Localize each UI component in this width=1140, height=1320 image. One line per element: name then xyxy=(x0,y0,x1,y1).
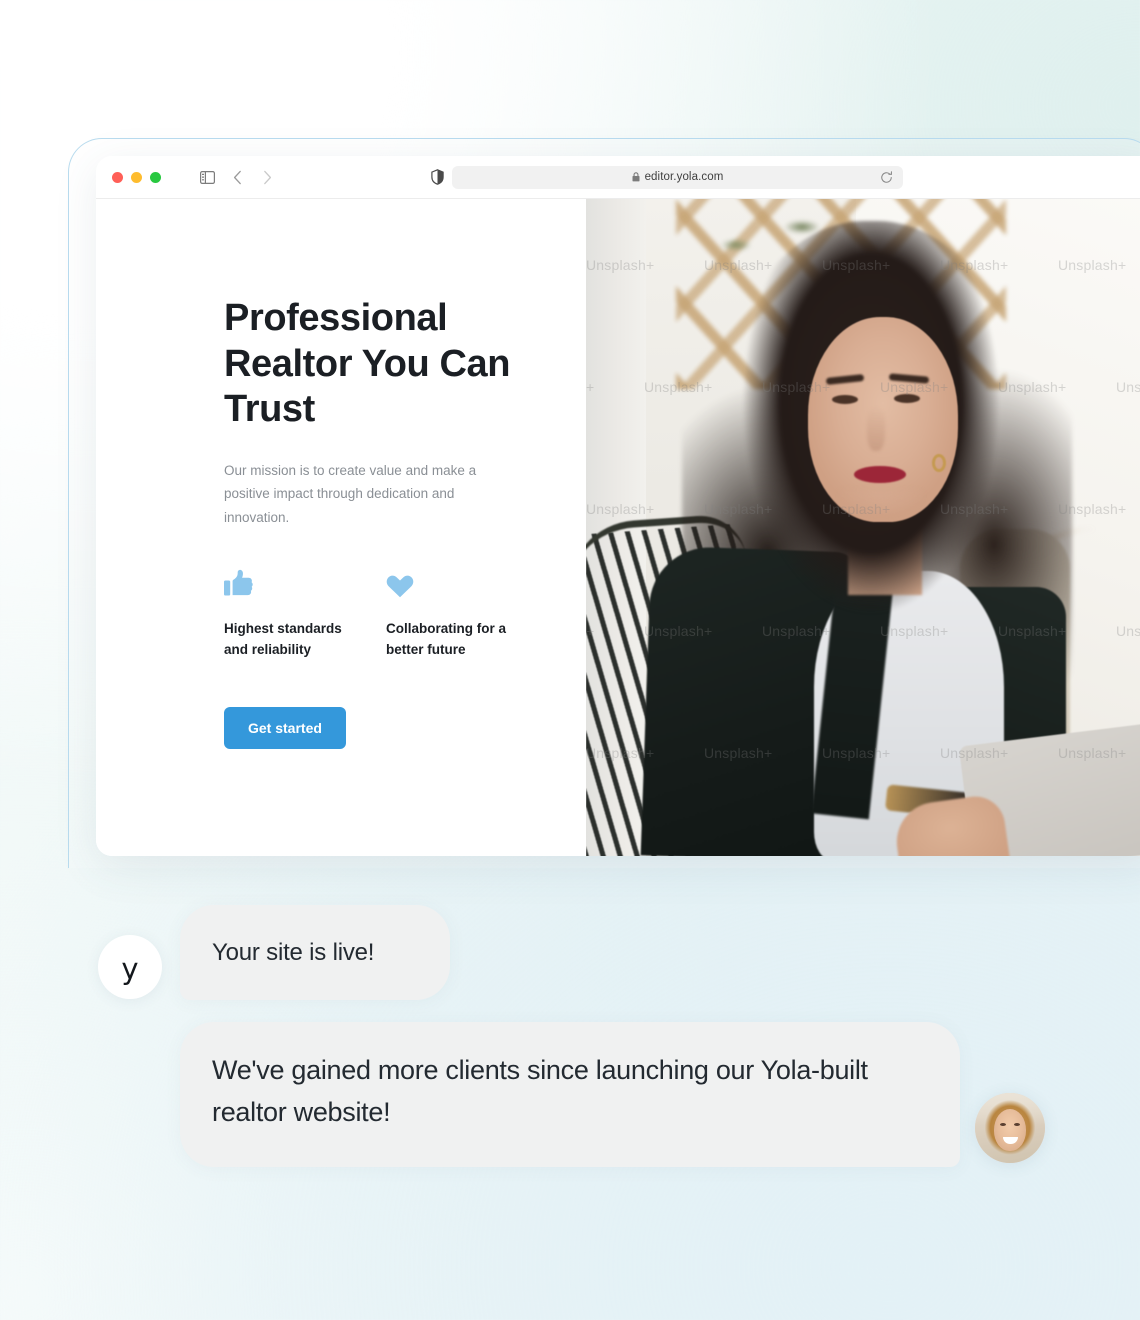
secure-lock-icon xyxy=(632,172,640,182)
feature-label: Collaborating for a better future xyxy=(386,620,507,658)
navigation-controls xyxy=(194,164,280,190)
back-icon[interactable] xyxy=(224,164,250,190)
chat-bubble-user: We've gained more clients since launchin… xyxy=(180,1022,960,1167)
hero-subheading: Our mission is to create value and make … xyxy=(224,462,477,526)
yola-logo-glyph: y xyxy=(121,951,139,986)
maximize-window-button[interactable] xyxy=(150,171,161,183)
chat-bubble-yola: Your site is live! xyxy=(180,905,450,1000)
address-bar-url: editor.yola.com xyxy=(644,171,724,183)
get-started-button[interactable]: Get started xyxy=(224,706,346,749)
chat-message-text: We've gained more clients since launchin… xyxy=(212,1055,868,1127)
hero-image: Unsplash+ Unsplash+ Unsplash+ Unsplash+ Unsp… xyxy=(586,199,1140,856)
feature-list: Highest standards and reliability Collab… xyxy=(224,566,586,661)
forward-icon[interactable] xyxy=(254,164,280,190)
minimize-window-button[interactable] xyxy=(131,171,142,183)
browser-window: editor.yola.com Professional Realtor You… xyxy=(96,156,1140,856)
reload-icon[interactable] xyxy=(880,170,893,184)
address-bar[interactable]: editor.yola.com xyxy=(452,165,903,189)
website-preview: Professional Realtor You Can Trust Our m… xyxy=(96,199,1140,856)
close-window-button[interactable] xyxy=(112,171,123,183)
privacy-shield-icon[interactable] xyxy=(426,166,448,188)
yola-brand-avatar: y xyxy=(98,935,162,999)
feature-item-standards: Highest standards and reliability xyxy=(224,566,386,661)
hero-content: Professional Realtor You Can Trust Our m… xyxy=(96,199,586,856)
feature-item-collaboration: Collaborating for a better future xyxy=(386,566,548,661)
user-avatar xyxy=(975,1093,1045,1163)
feature-label: Highest standards and reliability xyxy=(224,620,342,658)
chat-message-text: Your site is live! xyxy=(212,938,375,966)
thumbs-up-icon xyxy=(224,566,386,598)
page-title: Professional Realtor You Can Trust xyxy=(224,297,511,431)
browser-toolbar: editor.yola.com xyxy=(96,156,1140,199)
heart-icon xyxy=(386,566,548,598)
window-controls xyxy=(112,171,161,183)
sidebar-toggle-icon[interactable] xyxy=(194,164,220,190)
hero-photo xyxy=(586,199,1140,856)
